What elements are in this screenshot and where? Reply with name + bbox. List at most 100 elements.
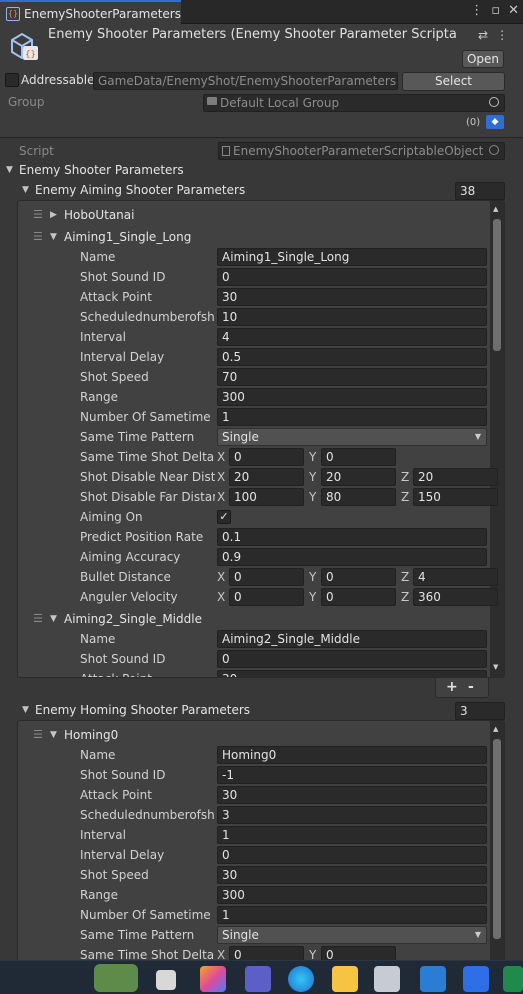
homing-count-field[interactable]: 3 bbox=[455, 702, 505, 720]
vector-field-z[interactable]: 150 bbox=[413, 488, 498, 506]
more-options-icon[interactable]: ⋮ bbox=[470, 3, 483, 18]
property-field[interactable]: 30 bbox=[217, 288, 487, 306]
drag-handle-icon[interactable]: ☰ bbox=[33, 612, 43, 625]
vector-field-y[interactable]: 80 bbox=[321, 488, 396, 506]
property-field[interactable]: 0 bbox=[217, 650, 487, 668]
store-icon[interactable] bbox=[374, 966, 400, 992]
label-tag-icon[interactable]: ◆ bbox=[486, 115, 504, 129]
drag-handle-icon[interactable]: ☰ bbox=[33, 728, 43, 741]
vector-field-x[interactable]: 0 bbox=[229, 588, 304, 606]
tab-enemy-shooter-parameters[interactable]: {} EnemyShooterParameters bbox=[0, 0, 181, 25]
vector-field-z[interactable]: 20 bbox=[413, 468, 498, 486]
property-field[interactable]: 3 bbox=[217, 806, 487, 824]
property-field[interactable]: 0 bbox=[217, 268, 487, 286]
group-field[interactable]: Default Local Group bbox=[203, 94, 505, 112]
vector-field-y[interactable]: 20 bbox=[321, 468, 396, 486]
drag-handle-icon[interactable]: ☰ bbox=[33, 208, 43, 221]
pattern-dropdown[interactable]: Single ▼ bbox=[217, 428, 487, 446]
property-field[interactable]: 1 bbox=[217, 408, 487, 426]
tab-title: EnemyShooterParameters bbox=[24, 6, 181, 21]
dropdown-value: Single bbox=[222, 430, 259, 444]
chevron-down-icon[interactable]: ▼ bbox=[6, 165, 13, 175]
property-field[interactable]: 0.9 bbox=[217, 548, 487, 566]
list-item[interactable]: Aiming2_Single_Middle bbox=[64, 612, 202, 626]
vector-field-y[interactable]: 0 bbox=[321, 568, 396, 586]
pattern-dropdown[interactable]: Single ▼ bbox=[217, 926, 487, 944]
aiming-list-label[interactable]: Enemy Aiming Shooter Parameters bbox=[35, 183, 245, 197]
root-foldout-label[interactable]: Enemy Shooter Parameters bbox=[19, 163, 184, 177]
property-field[interactable]: -1 bbox=[217, 766, 487, 784]
list-item[interactable]: Homing0 bbox=[64, 728, 118, 742]
chevron-down-icon[interactable]: ▼ bbox=[50, 232, 57, 242]
more-icon[interactable]: ⋮ bbox=[496, 28, 508, 42]
mail-icon[interactable] bbox=[420, 966, 446, 992]
chevron-down-icon[interactable]: ▼ bbox=[22, 185, 29, 195]
homing-scrollbar[interactable]: ▲ bbox=[490, 721, 504, 964]
chevron-right-icon[interactable]: ▶ bbox=[50, 210, 57, 220]
property-label: Shot Disable Far Distanc bbox=[80, 490, 215, 504]
close-icon[interactable]: ✕ bbox=[508, 3, 519, 18]
list-item[interactable]: Aiming1_Single_Long bbox=[64, 230, 191, 244]
vector-field-z[interactable]: 360 bbox=[413, 588, 498, 606]
property-field[interactable]: Homing0 bbox=[217, 746, 487, 764]
excel-icon[interactable] bbox=[503, 966, 523, 992]
property-field[interactable]: 30 bbox=[217, 670, 487, 677]
file-explorer-icon[interactable] bbox=[332, 966, 358, 992]
scroll-up-icon[interactable]: ▲ bbox=[493, 205, 498, 213]
vector-field-x[interactable]: 100 bbox=[229, 488, 304, 506]
property-field[interactable]: 1 bbox=[217, 826, 487, 844]
copilot-icon[interactable] bbox=[200, 966, 226, 992]
edge-icon[interactable] bbox=[288, 966, 314, 992]
property-field[interactable]: 300 bbox=[217, 388, 487, 406]
aiming-count-field[interactable]: 38 bbox=[455, 182, 505, 200]
scroll-up-icon[interactable]: ▲ bbox=[493, 725, 498, 733]
property-field[interactable]: 0.5 bbox=[217, 348, 487, 366]
vector-field-z[interactable]: 4 bbox=[413, 568, 498, 586]
task-view-icon[interactable] bbox=[156, 970, 176, 990]
addressable-label: Addressable bbox=[21, 73, 95, 87]
property-field[interactable]: Aiming2_Single_Middle bbox=[217, 630, 487, 648]
property-field[interactable]: 30 bbox=[217, 786, 487, 804]
scrollbar-thumb[interactable] bbox=[493, 219, 501, 351]
property-field[interactable]: 0.1 bbox=[217, 528, 487, 546]
select-button[interactable]: Select bbox=[402, 72, 505, 91]
aiming-on-checkbox[interactable]: ✓ bbox=[217, 510, 231, 524]
drag-handle-icon[interactable]: ☰ bbox=[33, 230, 43, 243]
property-field[interactable]: 30 bbox=[217, 866, 487, 884]
widgets-icon[interactable] bbox=[94, 964, 138, 992]
teams-icon[interactable] bbox=[245, 966, 271, 992]
object-picker-icon[interactable] bbox=[489, 97, 499, 107]
property-field[interactable]: 300 bbox=[217, 886, 487, 904]
property-field[interactable]: 1 bbox=[217, 906, 487, 924]
vector-field-x[interactable]: 20 bbox=[229, 468, 304, 486]
property-label: Shot Speed bbox=[80, 370, 149, 384]
property-field[interactable]: Aiming1_Single_Long bbox=[217, 248, 487, 266]
scroll-down-icon[interactable]: ▼ bbox=[493, 663, 498, 671]
homing-list-label[interactable]: Enemy Homing Shooter Parameters bbox=[35, 703, 250, 717]
list-item[interactable]: HoboUtanai bbox=[64, 208, 134, 222]
maximize-icon[interactable]: ▫ bbox=[491, 3, 500, 18]
property-field[interactable]: 70 bbox=[217, 368, 487, 386]
vector-field-x[interactable]: 0 bbox=[229, 568, 304, 586]
axis-label-x: X bbox=[217, 490, 226, 504]
chevron-down-icon[interactable]: ▼ bbox=[50, 730, 57, 740]
add-element-button[interactable]: + bbox=[446, 679, 458, 695]
property-field[interactable]: 10 bbox=[217, 308, 487, 326]
chevron-down-icon[interactable]: ▼ bbox=[22, 705, 29, 715]
open-button[interactable]: Open bbox=[462, 50, 504, 68]
address-field[interactable]: GameData/EnemyShot/EnemyShooterParameter… bbox=[93, 72, 398, 90]
chevron-down-icon[interactable]: ▼ bbox=[50, 614, 57, 624]
vector-field-x[interactable]: 0 bbox=[229, 448, 304, 466]
property-field[interactable]: 0 bbox=[217, 846, 487, 864]
chevron-down-icon: ▼ bbox=[474, 930, 481, 939]
todo-icon[interactable] bbox=[463, 966, 489, 992]
property-label: Attack Point bbox=[80, 290, 152, 304]
addressable-checkbox[interactable] bbox=[5, 73, 19, 87]
preset-icon[interactable]: ⇄ bbox=[478, 28, 488, 42]
vector-field-y[interactable]: 0 bbox=[321, 588, 396, 606]
remove-element-button[interactable]: - bbox=[468, 679, 474, 695]
property-field[interactable]: 4 bbox=[217, 328, 487, 346]
scrollbar-thumb[interactable] bbox=[493, 739, 501, 939]
vector-field-y[interactable]: 0 bbox=[321, 448, 396, 466]
homing-list-box: ▲ ☰ ▼ Homing0 Name Homing0 Shot Sound ID -1… bbox=[17, 720, 505, 965]
